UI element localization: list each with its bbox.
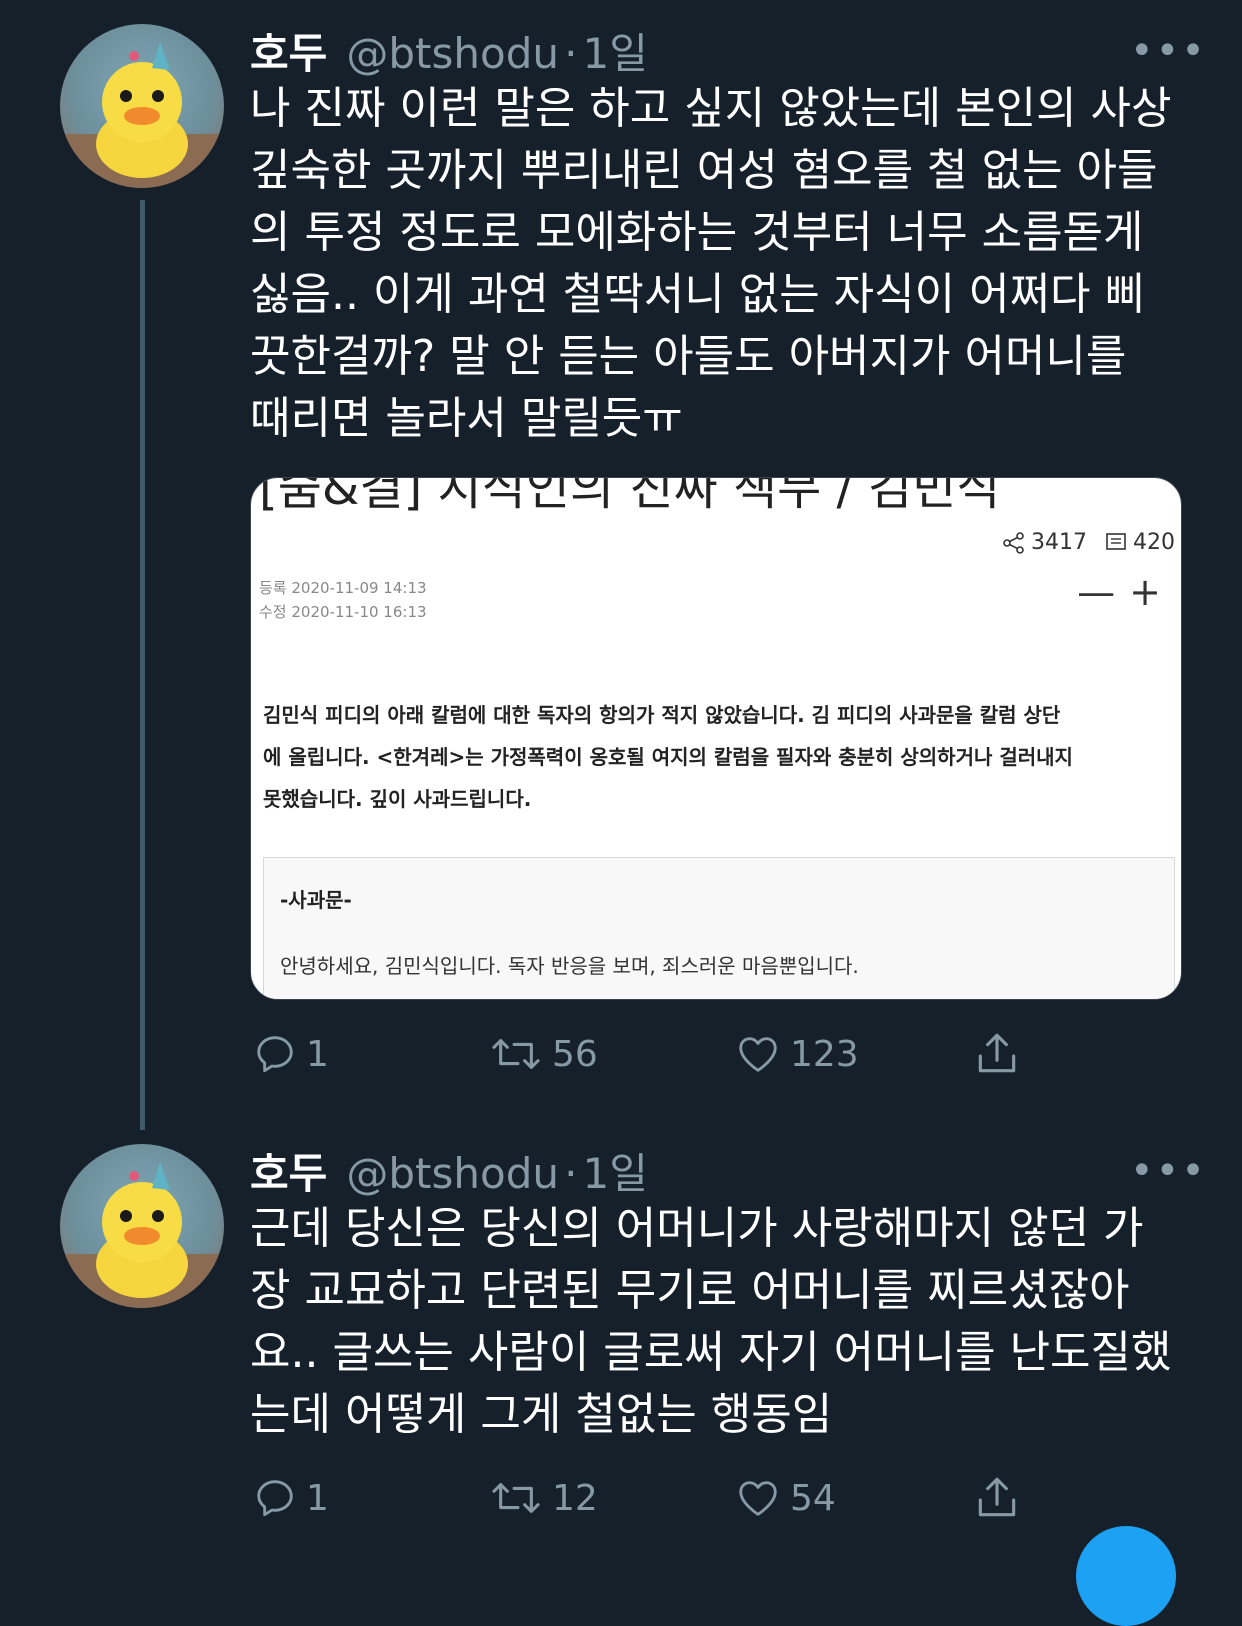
comment-count-value: 420	[1133, 530, 1175, 555]
display-name[interactable]: 호두	[250, 1149, 327, 1198]
tweet-header: 호두 @btshodu · 1일	[250, 1140, 648, 1201]
tweet-text: 나 진짜 이런 말은 하고 싶지 않았는데 본인의 사상 깊숙한 곳까지 뿌리내…	[250, 83, 1172, 444]
handle[interactable]: @btshodu	[346, 29, 559, 78]
avatar[interactable]	[60, 24, 224, 188]
image-card[interactable]: [숨&결] 지식인의 진짜 책무 / 김민식 3417 420 등록 2020-…	[250, 477, 1182, 1000]
more-icon[interactable]: •••	[1130, 1148, 1207, 1194]
reply-button[interactable]: 1	[252, 1475, 329, 1521]
comment-count: 420	[1105, 530, 1175, 555]
share-count-value: 3417	[1031, 530, 1087, 555]
reply-count: 1	[306, 1033, 329, 1075]
retweet-icon	[492, 1039, 540, 1069]
avatar[interactable]	[60, 1144, 224, 1308]
reply-button[interactable]: 1	[252, 1031, 329, 1077]
apology-title: -사과문-	[280, 888, 352, 912]
timestamp[interactable]: 1일	[583, 1149, 648, 1198]
apology-text: 안녕하세요, 김민식입니다. 독자 반응을 보며, 죄스러운 마음뿐입니다.	[280, 954, 859, 978]
more-icon[interactable]: •••	[1130, 28, 1207, 74]
handle[interactable]: @btshodu	[346, 1149, 559, 1198]
share-count: 3417	[1003, 530, 1087, 555]
like-count: 54	[790, 1477, 836, 1519]
share-icon	[978, 1477, 1016, 1517]
apology-box: -사과문- 안녕하세요, 김민식입니다. 독자 반응을 보며, 죄스러운 마음뿐…	[263, 857, 1175, 999]
tweet-actions: 1 12 54	[252, 1470, 1032, 1526]
share-icon	[978, 1033, 1016, 1073]
font-size-controls: —+	[1077, 570, 1175, 614]
compose-button[interactable]	[1076, 1526, 1176, 1626]
like-icon	[739, 1037, 777, 1072]
like-button[interactable]: 54	[734, 1475, 836, 1521]
zoom-in-icon: +	[1129, 570, 1175, 614]
tweet-text: 근데 당신은 당신의 어머니가 사랑해마지 않던 가 장 교묘하고 단련된 무기…	[250, 1203, 1172, 1440]
timestamp[interactable]: 1일	[583, 29, 648, 78]
thread-line	[140, 200, 145, 1130]
like-icon	[739, 1481, 777, 1516]
article-stats: 3417 420	[1003, 530, 1175, 555]
separator: ·	[564, 29, 578, 78]
share-nodes-icon	[1003, 531, 1024, 554]
display-name[interactable]: 호두	[250, 29, 327, 78]
share-button[interactable]	[972, 1473, 1022, 1523]
separator: ·	[564, 1149, 578, 1198]
like-button[interactable]: 123	[734, 1031, 859, 1077]
editor-notice: 김민식 피디의 아래 칼럼에 대한 독자의 항의가 적지 않았습니다. 김 피디…	[263, 703, 1073, 811]
tweet-header: 호두 @btshodu · 1일	[250, 20, 648, 81]
reply-icon	[257, 1480, 293, 1517]
retweet-button[interactable]: 56	[488, 1031, 598, 1077]
modified-date: 수정 2020-11-10 16:13	[259, 603, 427, 621]
retweet-button[interactable]: 12	[488, 1475, 598, 1521]
share-button[interactable]	[972, 1029, 1022, 1079]
article-dates: 등록 2020-11-09 14:13 수정 2020-11-10 16:13	[259, 576, 427, 624]
reply-icon	[257, 1036, 293, 1073]
article-title: [숨&결] 지식인의 진짜 책무 / 김민식	[259, 477, 1001, 516]
duck-avatar-image	[60, 42, 224, 188]
retweet-count: 56	[552, 1033, 598, 1075]
like-count: 123	[790, 1033, 859, 1075]
registered-date: 등록 2020-11-09 14:13	[259, 579, 427, 597]
comment-icon	[1106, 532, 1126, 550]
duck-avatar-image	[60, 1162, 224, 1308]
retweet-icon	[492, 1483, 540, 1513]
retweet-count: 12	[552, 1477, 598, 1519]
tweet-actions: 1 56 123	[252, 1026, 1032, 1082]
reply-count: 1	[306, 1477, 329, 1519]
zoom-out-icon: —	[1077, 570, 1130, 614]
